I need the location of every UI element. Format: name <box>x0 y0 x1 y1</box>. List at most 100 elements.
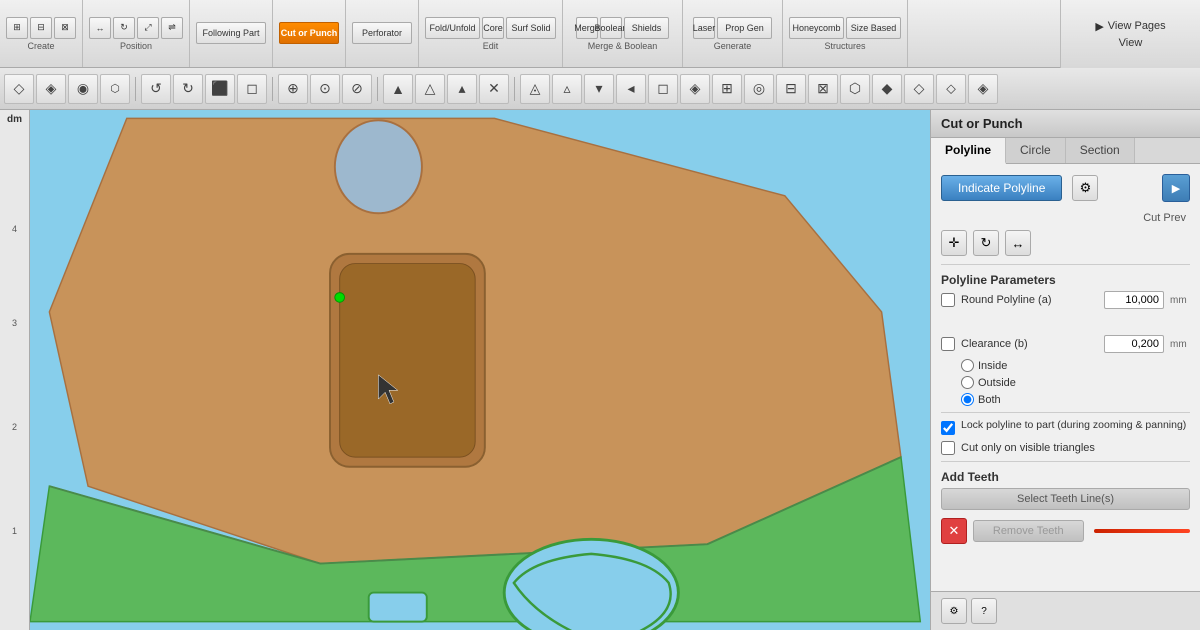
icon-tool-27[interactable]: ◆ <box>872 74 902 104</box>
icon-tool-23[interactable]: ◎ <box>744 74 774 104</box>
perforator-button[interactable]: Perforator <box>352 22 412 44</box>
create-button[interactable]: ⊞ <box>6 17 28 39</box>
inside-radio-row: Inside <box>961 359 1190 372</box>
prop-generation-button[interactable]: Prop Gen <box>717 17 772 39</box>
size-based-button[interactable]: Size Based <box>846 17 901 39</box>
round-polyline-checkbox[interactable] <box>941 293 955 307</box>
remove-teeth-icon-btn[interactable]: ✕ <box>941 518 967 544</box>
viewport[interactable]: dm 4 3 2 1 <box>0 110 930 630</box>
mirror-button[interactable]: ⇌ <box>161 17 183 39</box>
footer-icon-2[interactable]: ? <box>971 598 997 624</box>
clearance-checkbox[interactable] <box>941 337 955 351</box>
icon-tool-29[interactable]: ⬦ <box>936 74 966 104</box>
teeth-buttons-row: Select Teeth Line(s) <box>941 488 1190 510</box>
toolbar-group-merge: Merge Boolean Shields Merge & Boolean <box>563 0 683 67</box>
icon-tool-21[interactable]: ◈ <box>680 74 710 104</box>
cut-visible-row: Cut only on visible triangles <box>941 441 1190 455</box>
remove-teeth-button[interactable]: Remove Teeth <box>973 520 1084 542</box>
surface-to-solid-button[interactable]: Surf Solid <box>506 17 556 39</box>
icon-tool-10[interactable]: ⊙ <box>310 74 340 104</box>
icon-tool-13[interactable]: △ <box>415 74 445 104</box>
divider-1 <box>941 264 1190 265</box>
settings-icon-btn[interactable]: ⚙ <box>1072 175 1098 201</box>
outside-radio[interactable] <box>961 376 974 389</box>
icon-tool-30[interactable]: ◈ <box>968 74 998 104</box>
select-teeth-button[interactable]: Select Teeth Line(s) <box>941 488 1190 510</box>
both-label: Both <box>978 394 1001 406</box>
scale-icon-btn[interactable]: ↔ <box>1005 230 1031 256</box>
move-icon-btn[interactable]: ✛ <box>941 230 967 256</box>
icon-tool-1[interactable]: ◇ <box>4 74 34 104</box>
footer-icon-1[interactable]: ⚙ <box>941 598 967 624</box>
icon-tool-12[interactable]: ▲ <box>383 74 413 104</box>
rotate-button[interactable]: ↻ <box>113 17 135 39</box>
lock-polyline-checkbox[interactable] <box>941 421 955 435</box>
inside-radio[interactable] <box>961 359 974 372</box>
clearance-unit: mm <box>1170 339 1190 350</box>
view-button[interactable]: View <box>1119 37 1143 49</box>
icon-tool-14[interactable]: ▴ <box>447 74 477 104</box>
rotate-icon-btn[interactable]: ↻ <box>973 230 999 256</box>
divider-2 <box>941 412 1190 413</box>
shields-to-parts-button[interactable]: Shields <box>624 17 669 39</box>
indicate-polyline-button[interactable]: Indicate Polyline <box>941 175 1062 201</box>
generate-group-label: Generate <box>714 41 752 51</box>
remove-teeth-row: ✕ Remove Teeth <box>941 518 1190 544</box>
icon-tool-18[interactable]: ▾ <box>584 74 614 104</box>
play-button[interactable]: ▶ <box>1162 174 1190 202</box>
icon-tool-15[interactable]: ✕ <box>479 74 509 104</box>
toolbar-group-cut: Cut or Punch <box>273 0 346 67</box>
view-pages-button[interactable]: ▶ View Pages <box>1095 20 1165 33</box>
translate-button[interactable]: ↔ <box>89 17 111 39</box>
duplicate-button[interactable]: ⊟ <box>30 17 52 39</box>
both-radio[interactable] <box>961 393 974 406</box>
cut-punch-button[interactable]: Cut or Punch <box>279 22 339 44</box>
following-part-button[interactable]: Following Part <box>196 22 266 44</box>
icon-tool-11[interactable]: ⊘ <box>342 74 372 104</box>
icon-tool-8[interactable]: ◻ <box>237 74 267 104</box>
toolbar-group-generate: Laser Prop Gen Generate <box>683 0 783 67</box>
ruler-left: dm 4 3 2 1 <box>0 110 30 630</box>
inside-label: Inside <box>978 360 1007 372</box>
main-content: dm 4 3 2 1 <box>0 110 1200 630</box>
honeycomb-button[interactable]: Honeycomb <box>789 17 844 39</box>
icon-tool-17[interactable]: ▵ <box>552 74 582 104</box>
icon-tool-24[interactable]: ⊟ <box>776 74 806 104</box>
rescale-button[interactable]: ⤢ <box>137 17 159 39</box>
icon-tool-22[interactable]: ⊞ <box>712 74 742 104</box>
boolean-button[interactable]: Boolean <box>600 17 622 39</box>
icon-tool-7[interactable]: ⬛ <box>205 74 235 104</box>
icon-tool-5[interactable]: ↺ <box>141 74 171 104</box>
batch-duplicate-button[interactable]: ⊠ <box>54 17 76 39</box>
clearance-input[interactable] <box>1104 335 1164 353</box>
ruler-mark-3: 3 <box>12 318 17 328</box>
round-polyline-input[interactable] <box>1104 291 1164 309</box>
fold-unfold-button[interactable]: Fold/Unfold <box>425 17 480 39</box>
icon-tool-2[interactable]: ◈ <box>36 74 66 104</box>
teeth-slider[interactable] <box>1094 529 1191 533</box>
tab-circle[interactable]: Circle <box>1006 138 1066 163</box>
laser-button[interactable]: Laser <box>693 17 715 39</box>
icon-tool-9[interactable]: ⊕ <box>278 74 308 104</box>
panel-footer: ⚙ ? <box>931 591 1200 630</box>
top-toolbar: ⊞ ⊟ ⊠ Create ↔ ↻ ⤢ ⇌ Position Following … <box>0 0 1200 68</box>
ruler-mark-1: 1 <box>12 526 17 536</box>
icon-tool-4[interactable]: ⬡ <box>100 74 130 104</box>
polyline-params-label: Polyline Parameters <box>941 273 1190 287</box>
icon-tool-25[interactable]: ⊠ <box>808 74 838 104</box>
tab-section[interactable]: Section <box>1066 138 1135 163</box>
icon-tool-20[interactable]: ◻ <box>648 74 678 104</box>
icon-tool-28[interactable]: ◇ <box>904 74 934 104</box>
cut-visible-label: Cut only on visible triangles <box>961 442 1190 454</box>
core-button[interactable]: Core <box>482 17 504 39</box>
icon-tool-6[interactable]: ↻ <box>173 74 203 104</box>
clearance-row: Clearance (b) mm <box>941 335 1190 353</box>
icon-tool-26[interactable]: ⬡ <box>840 74 870 104</box>
icon-tool-3[interactable]: ◉ <box>68 74 98 104</box>
tab-polyline[interactable]: Polyline <box>931 138 1006 164</box>
cut-visible-checkbox[interactable] <box>941 441 955 455</box>
divider-3 <box>941 461 1190 462</box>
icon-tool-19[interactable]: ◂ <box>616 74 646 104</box>
icon-tool-16[interactable]: ◬ <box>520 74 550 104</box>
outside-radio-row: Outside <box>961 376 1190 389</box>
